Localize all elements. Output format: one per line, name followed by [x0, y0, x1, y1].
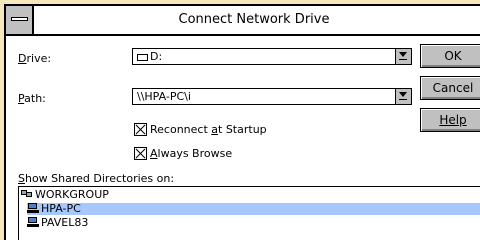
dropdown-underline-icon	[399, 59, 407, 60]
title-bar[interactable]: Connect Network Drive	[6, 6, 480, 36]
list-item-label: PAVEL83	[41, 216, 89, 229]
dropdown-underline-icon	[399, 99, 407, 100]
drive-icon	[137, 53, 148, 61]
path-label: Path:	[18, 92, 46, 105]
list-item-pavel83[interactable]: PAVEL83	[27, 217, 480, 229]
ok-button[interactable]: OK	[420, 44, 480, 68]
always-browse-mnemonic: A	[150, 147, 158, 160]
drive-value: D:	[150, 50, 163, 63]
workgroup-icon	[21, 189, 33, 199]
path-dropdown[interactable]: \\HPA-PC\i	[132, 88, 412, 105]
system-menu-icon	[11, 17, 28, 21]
path-label-mnemonic: P	[18, 92, 25, 105]
always-browse-checkbox[interactable]	[134, 147, 147, 160]
cancel-button[interactable]: Cancel	[420, 76, 480, 100]
system-menu-button[interactable]	[6, 6, 34, 34]
chevron-down-icon	[399, 92, 407, 97]
connect-network-drive-dialog: Connect Network Drive Drive: D: Path: \\…	[4, 4, 480, 240]
list-item-workgroup[interactable]: WORKGROUP	[21, 189, 480, 201]
drive-dropdown[interactable]: D:	[132, 48, 412, 65]
chevron-down-icon	[399, 52, 407, 57]
shared-directories-list[interactable]: WORKGROUP HPA-PC PAVEL83	[18, 186, 480, 240]
help-button[interactable]: Help	[420, 108, 480, 132]
path-dropdown-button[interactable]	[395, 89, 411, 104]
drive-dropdown-button[interactable]	[395, 49, 411, 64]
path-value: \\HPA-PC\i	[137, 90, 191, 103]
shared-mnemonic: S	[18, 172, 25, 185]
computer-icon	[27, 203, 39, 213]
shared-directories-label: Show Shared Directories on:	[18, 172, 175, 185]
drive-label: Drive:	[18, 52, 52, 65]
window-title: Connect Network Drive	[178, 12, 330, 27]
always-browse-label[interactable]: Always Browse	[150, 147, 232, 160]
list-item-label: WORKGROUP	[35, 188, 109, 201]
reconnect-mnemonic: a	[211, 123, 219, 136]
computer-icon	[27, 217, 39, 227]
help-label: Help	[439, 113, 467, 127]
drive-value-wrap: D:	[137, 50, 162, 63]
list-item-label: HPA-PC	[41, 202, 81, 215]
reconnect-label[interactable]: Reconnect at Startup	[150, 123, 267, 136]
reconnect-checkbox[interactable]	[134, 123, 147, 136]
drive-label-mnemonic: D	[18, 52, 27, 65]
list-item-hpa-pc[interactable]: HPA-PC	[27, 203, 480, 215]
